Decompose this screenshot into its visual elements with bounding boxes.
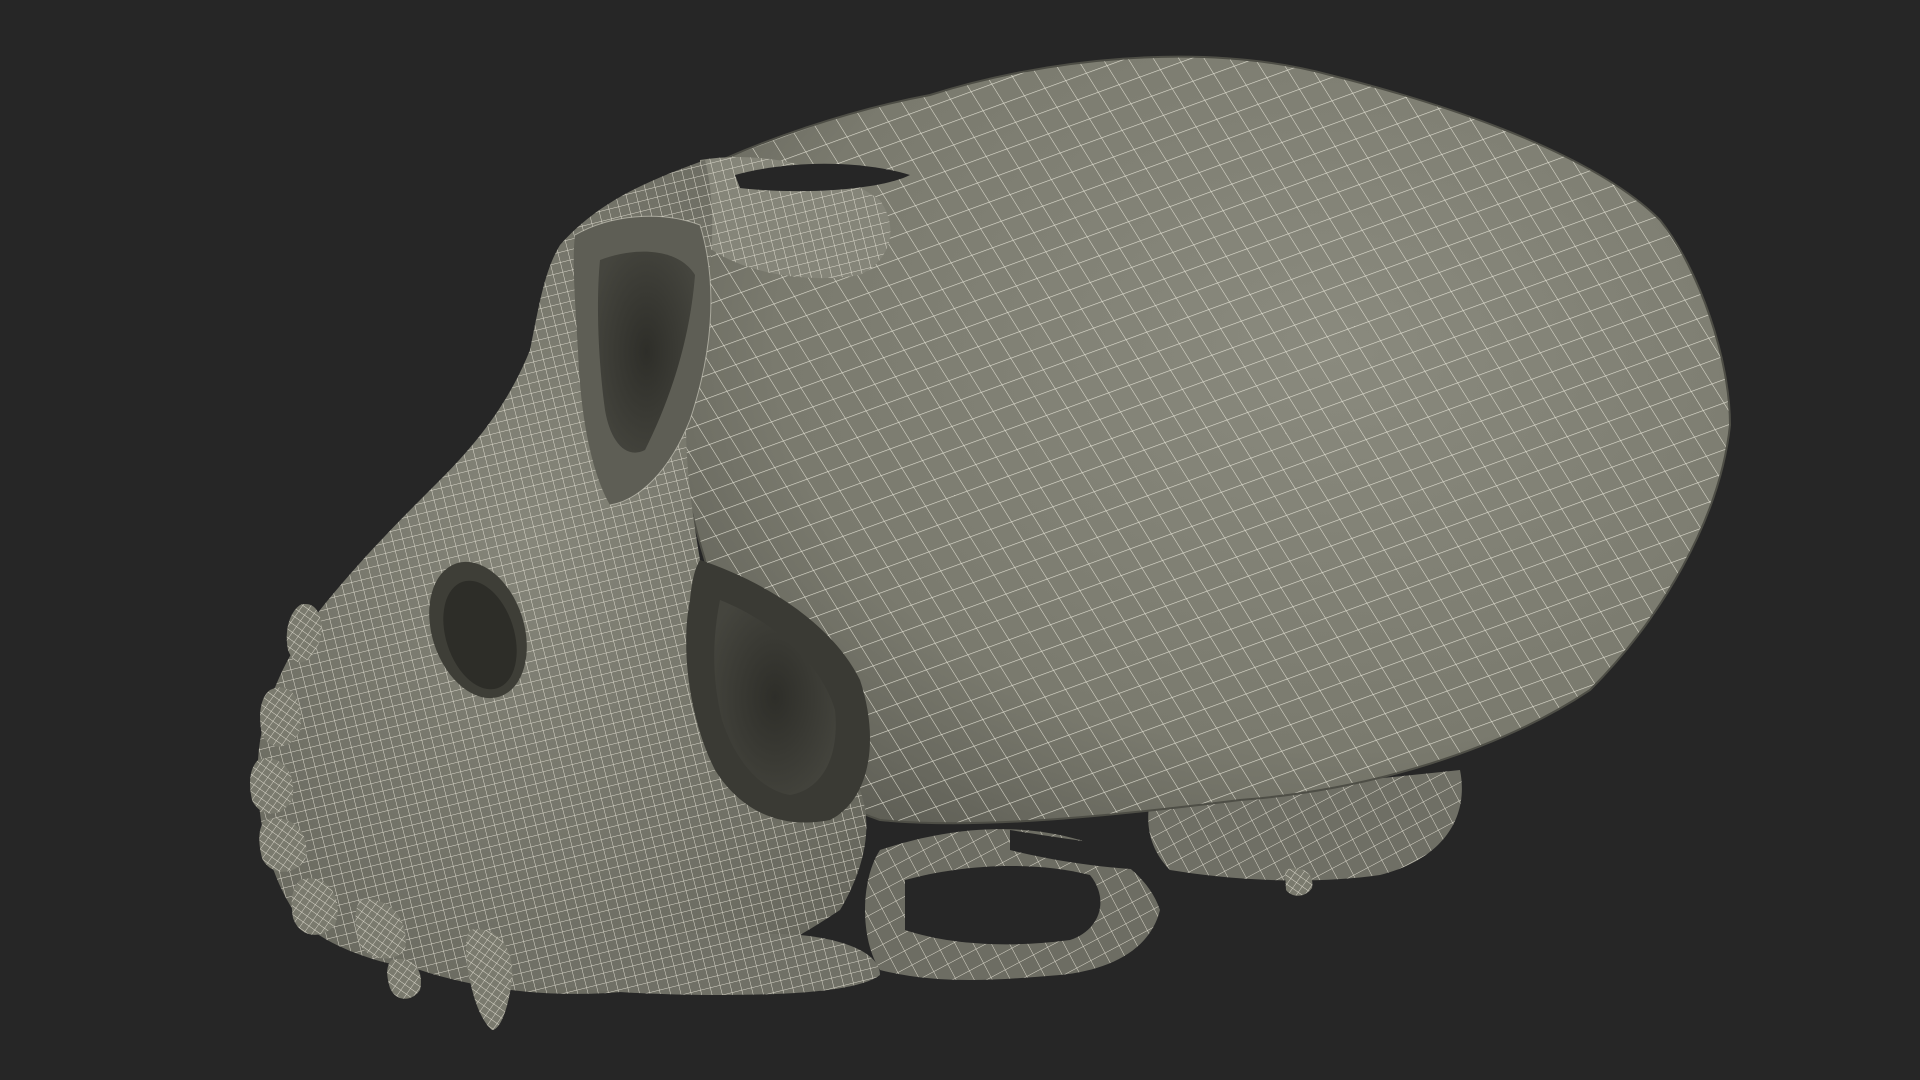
skull-model	[250, 55, 1732, 1030]
wireframe-skull-render	[250, 55, 1732, 1030]
render-viewport	[0, 0, 1920, 1080]
maxilla-bar	[520, 932, 880, 995]
